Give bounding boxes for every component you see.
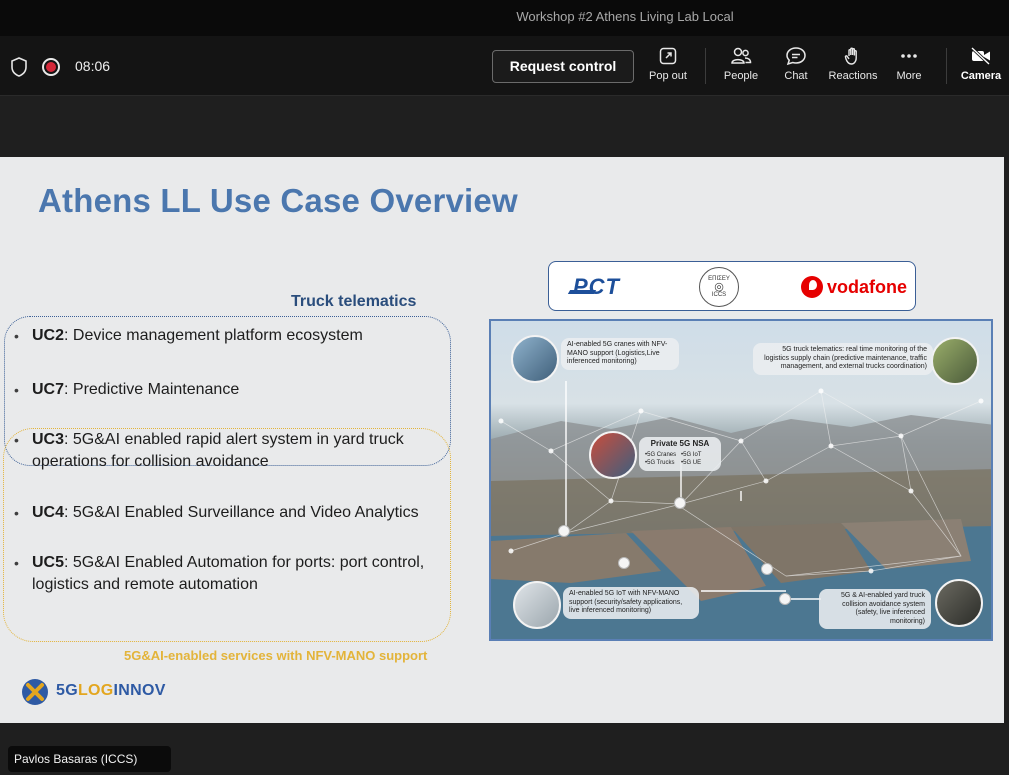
toolbar-divider: [705, 48, 706, 84]
window-title: Workshop #2 Athens Living Lab Local: [516, 9, 734, 24]
use-case-code: UC5: [32, 554, 65, 571]
slide-title: Athens LL Use Case Overview: [38, 182, 518, 219]
use-case-code: UC7: [32, 381, 65, 398]
reactions-button[interactable]: Reactions: [826, 44, 880, 90]
use-case-text: : Device management platform ecosystem: [64, 327, 363, 344]
port-overview-image: AI-enabled 5G cranes with NFV-MANO suppo…: [489, 319, 993, 641]
reactions-label: Reactions: [828, 70, 878, 82]
network-node: [674, 497, 686, 509]
network-node: [558, 525, 570, 537]
more-button[interactable]: More: [889, 44, 929, 90]
callout-yard-truck: 5G & AI-enabled yard truck collision avo…: [819, 589, 931, 629]
chat-label: Chat: [784, 70, 808, 82]
callout-5g-cranes: AI-enabled 5G cranes with NFV-MANO suppo…: [561, 338, 679, 370]
meeting-window: Workshop #2 Athens Living Lab Local 08:0…: [0, 0, 1009, 775]
meeting-timer: 08:06: [75, 58, 111, 74]
services-label: 5G&AI-enabled services with NFV-MANO sup…: [124, 648, 428, 663]
5gloginnov-logo-text: 5GLOGINNOV: [56, 682, 166, 699]
use-case-text: : 5G&AI Enabled Surveillance and Video A…: [64, 504, 419, 521]
use-case-code: UC4: [32, 504, 65, 521]
use-case-uc4: • UC4: 5G&AI Enabled Surveillance and Vi…: [14, 504, 419, 521]
use-case-uc2: • UC2: Device management platform ecosys…: [14, 327, 363, 344]
more-icon: [901, 54, 917, 58]
chat-button[interactable]: Chat: [776, 44, 816, 90]
iot-thumbnail: [513, 581, 561, 629]
crane-thumbnail: [511, 335, 559, 383]
participant-name-badge: Pavlos Basaras (ICCS) (Guest): [8, 746, 171, 772]
pop-out-button[interactable]: Pop out: [645, 44, 691, 90]
network-node: [779, 593, 791, 605]
request-control-button[interactable]: Request control: [492, 50, 634, 83]
camera-label: Camera: [960, 70, 1002, 82]
use-case-uc5: • UC5: 5G&AI Enabled Automation for port…: [14, 554, 425, 593]
pct-logo: PCT: [573, 274, 620, 299]
use-case-text: : 5G&AI Enabled Automation for ports: po…: [32, 554, 425, 593]
shield-icon[interactable]: [10, 57, 28, 77]
use-case-code: UC2: [32, 327, 65, 344]
iccs-seal-logo: ΕΠΙΣΕΥ ◎ ICCS: [699, 267, 739, 307]
vodafone-logo-text: vodafone: [827, 277, 908, 297]
reactions-icon: [844, 47, 857, 65]
recording-icon: [42, 58, 60, 76]
people-button[interactable]: People: [718, 44, 764, 90]
people-label: People: [723, 70, 759, 82]
more-label: More: [896, 70, 922, 82]
partner-logos: PCT ΕΠΙΣΕΥ ◎ ICCS vodafone: [548, 261, 916, 311]
callout-private-5g-nsa: Private 5G NSA •5G Cranes •5G IoT •5G Tru…: [639, 437, 721, 471]
title-bar: Workshop #2 Athens Living Lab Local: [0, 0, 1009, 36]
nsa-title: Private 5G NSA: [650, 439, 710, 448]
callout-truck-telematics: 5G truck telematics: real time monitorin…: [753, 343, 933, 375]
yard-truck-thumbnail: [935, 579, 983, 627]
camera-button[interactable]: Camera: [957, 44, 1005, 90]
use-case-text: : 5G&AI enabled rapid alert system in ya…: [32, 431, 404, 470]
truck-thumbnail: [931, 337, 979, 385]
network-node: [618, 557, 630, 569]
shared-slide: Athens LL Use Case Overview Truck telema…: [0, 157, 1004, 723]
use-case-uc3: • UC3: 5G&AI enabled rapid alert system …: [14, 431, 404, 470]
truck-telematics-label: Truck telematics: [291, 293, 417, 310]
use-case-code: UC3: [32, 431, 65, 448]
use-case-text: : Predictive Maintenance: [64, 381, 240, 398]
camera-off-icon: [970, 46, 991, 66]
vodafone-logo-icon: [801, 276, 823, 298]
callout-5g-iot: AI-enabled 5G IoT with NFV-MANO support …: [563, 587, 699, 619]
pop-out-label: Pop out: [649, 70, 687, 82]
use-case-uc7: • UC7: Predictive Maintenance: [14, 381, 240, 398]
nsa-thumbnail: [589, 431, 637, 479]
5gloginnov-logo-icon: [22, 679, 48, 705]
people-icon: [731, 47, 752, 64]
network-node: [761, 563, 773, 575]
toolbar-divider: [946, 48, 947, 84]
chat-icon: [786, 47, 806, 66]
meeting-toolbar: 08:06 Request control Pop out People Cha…: [0, 36, 1009, 96]
pop-out-icon: [659, 47, 677, 65]
